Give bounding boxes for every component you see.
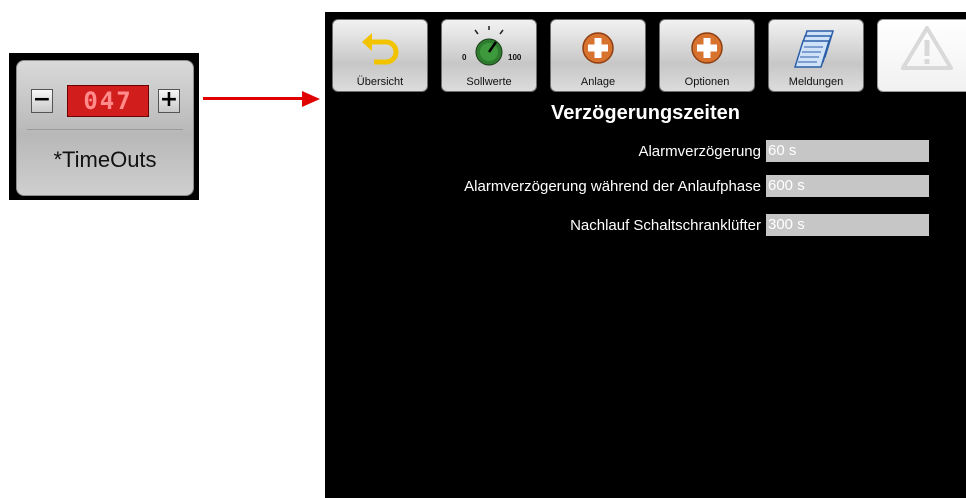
timeouts-widget-panel[interactable]: − 047 + *TimeOuts — [16, 60, 194, 196]
pointer-arrow-head — [302, 91, 320, 107]
dial-max-label: 100 — [508, 53, 522, 62]
dial-icon — [442, 26, 536, 70]
toolbar: Übersicht 0 100 Sollwerte Anlage Optione… — [325, 12, 966, 92]
hmi-screen: Übersicht 0 100 Sollwerte Anlage Optione… — [325, 12, 966, 498]
toolbar-button-label: Optionen — [684, 76, 730, 88]
row-label-schaltschranklüfter: Nachlauf Schaltschranklüfter — [570, 217, 761, 234]
warning-icon — [878, 26, 966, 70]
dial-min-label: 0 — [462, 53, 467, 62]
decrement-button[interactable]: − — [31, 89, 53, 113]
widget-label: *TimeOuts — [53, 147, 157, 172]
plus-circle-icon — [660, 26, 754, 70]
toolbar-button-warning[interactable] — [877, 19, 966, 92]
toolbar-button-label: Sollwerte — [466, 76, 512, 88]
toolbar-button-optionen[interactable]: Optionen — [659, 19, 755, 92]
value-field-anlaufphase[interactable]: 600 s — [766, 175, 929, 197]
plus-circle-icon — [551, 26, 645, 70]
row-label-alarmverzoegerung: Alarmverzögerung — [638, 143, 761, 160]
increment-button[interactable]: + — [158, 89, 180, 113]
toolbar-button-meldungen[interactable]: Meldungen — [768, 19, 864, 92]
value-field-alarmverzoegerung[interactable]: 60 s — [766, 140, 929, 162]
documents-icon — [769, 26, 863, 70]
pointer-arrow-line — [203, 97, 307, 100]
toolbar-button-label: Meldungen — [788, 76, 844, 88]
row-label-anlaufphase: Alarmverzögerung während der Anlaufphase — [464, 178, 761, 195]
toolbar-button-anlage[interactable]: Anlage — [550, 19, 646, 92]
value-field-schaltschranklüfter[interactable]: 300 s — [766, 214, 929, 236]
toolbar-button-label: Anlage — [580, 76, 616, 88]
back-arrow-icon — [333, 26, 427, 70]
toolbar-button-sollwerte[interactable]: 0 100 Sollwerte — [441, 19, 537, 92]
toolbar-button-label: Übersicht — [356, 76, 404, 88]
page-title: Verzögerungszeiten — [551, 102, 740, 124]
value-display: 047 — [67, 85, 149, 117]
timeouts-widget: − 047 + *TimeOuts — [9, 53, 199, 200]
widget-divider — [27, 129, 183, 130]
toolbar-button-uebersicht[interactable]: Übersicht — [332, 19, 428, 92]
